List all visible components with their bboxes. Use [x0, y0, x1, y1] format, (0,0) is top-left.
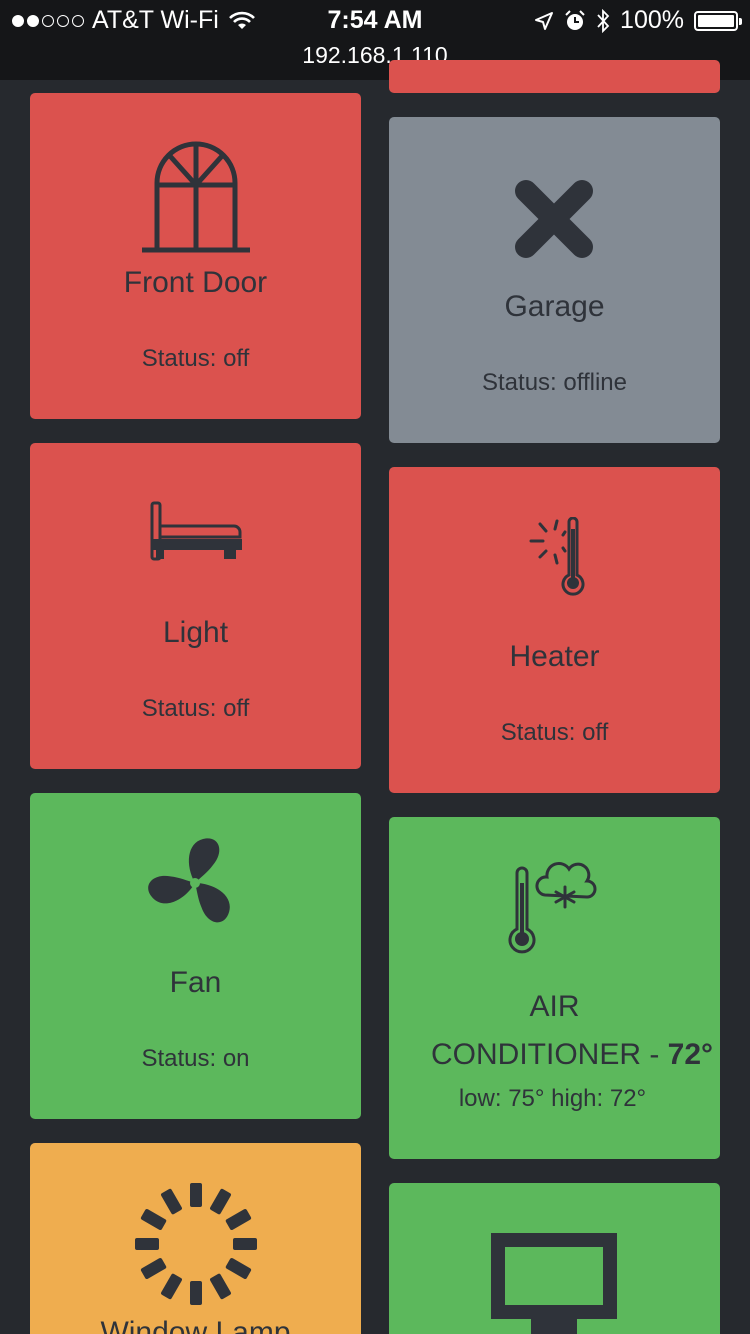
tile-status: Status: off — [141, 695, 250, 722]
tile-monitor[interactable] — [389, 1183, 720, 1334]
alarm-icon — [565, 9, 585, 30]
tile-air-conditioner[interactable]: AIR CONDITIONER - 72° low: 75° high: 72° — [389, 817, 720, 1159]
ac-name-line1: AIR — [529, 990, 580, 1023]
tile-front-door[interactable]: Front Door Status: off — [30, 93, 361, 419]
thermometer-hot-icon — [529, 517, 585, 596]
tile-name: Garage — [504, 290, 605, 323]
tile-status: Status: off — [141, 345, 250, 372]
ac-name-text: CONDITIONER - — [431, 1038, 668, 1071]
tile-status: Status: off — [500, 719, 609, 746]
spinner-icon — [135, 1183, 257, 1305]
bed-icon — [150, 501, 242, 561]
tile-status: Status: on — [141, 1045, 250, 1072]
bluetooth-icon — [597, 8, 610, 33]
monitor-icon — [491, 1233, 617, 1334]
tile-window-lamp[interactable]: Window Lamp — [30, 1143, 361, 1334]
tile-heater[interactable]: Heater Status: off — [389, 467, 720, 793]
location-arrow-icon — [535, 11, 554, 30]
tile-garage[interactable]: Garage Status: offline — [389, 117, 720, 443]
window-icon — [142, 141, 250, 253]
tile-partial-top[interactable] — [389, 60, 720, 93]
tile-light[interactable]: Light Status: off — [30, 443, 361, 769]
fan-icon — [148, 838, 230, 923]
battery-icon — [694, 10, 742, 31]
close-x-icon — [515, 180, 593, 258]
tile-name: Light — [162, 616, 229, 649]
tile-fan[interactable]: Fan Status: on — [30, 793, 361, 1119]
ac-current-temp: 72° — [667, 1038, 714, 1071]
battery-percent: 100% — [620, 6, 684, 34]
tile-name: Front Door — [123, 266, 268, 299]
thermometer-snow-icon — [508, 862, 597, 954]
ac-name-line2: CONDITIONER - 72° — [431, 1038, 713, 1072]
tile-name: Window Lamp — [100, 1316, 291, 1334]
tile-name: Heater — [509, 640, 600, 673]
system-indicators: 100% — [534, 6, 742, 35]
ac-temp-range: low: 75° high: 72° — [458, 1085, 647, 1112]
tile-name: Fan — [169, 966, 222, 999]
tile-status: Status: offline — [482, 369, 627, 396]
